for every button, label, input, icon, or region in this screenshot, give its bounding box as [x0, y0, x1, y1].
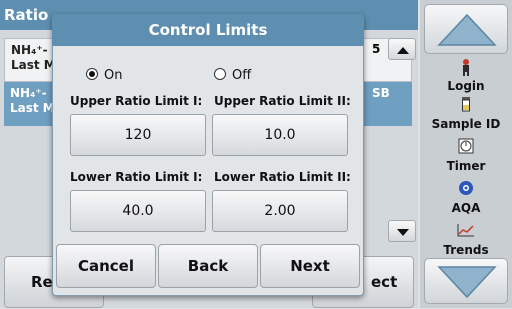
background-bottom-right-label: ect [371, 273, 398, 291]
toolbar-timer-label: Timer [446, 159, 486, 173]
scroll-down-icon [397, 229, 409, 236]
cancel-button[interactable]: Cancel [56, 244, 156, 288]
on-radio[interactable]: On [86, 68, 122, 83]
toolbar-timer[interactable]: Timer [424, 138, 508, 174]
toolbar-aqa[interactable]: AQA [424, 180, 508, 216]
back-button[interactable]: Back [158, 244, 258, 288]
person-icon [424, 58, 508, 78]
lower-limit-2-label: Lower Ratio Limit II: [214, 170, 351, 184]
scroll-up-button[interactable] [388, 38, 416, 60]
toolbar-sample-id-label: Sample ID [431, 117, 501, 131]
scroll-up-icon [397, 47, 409, 54]
radio-selected-icon [86, 68, 98, 80]
lower-limit-2-button[interactable]: 2.00 [212, 190, 348, 232]
background-item-value: 5 [372, 42, 381, 56]
radio-unselected-icon [214, 68, 226, 80]
arrow-down-icon [437, 266, 497, 299]
toolbar-up-button[interactable] [424, 4, 508, 54]
lower-limit-1-button[interactable]: 40.0 [70, 190, 206, 232]
dialog-title: Control Limits [52, 14, 364, 46]
scroll-down-button[interactable] [388, 220, 416, 242]
toolbar-login[interactable]: Login [424, 58, 508, 94]
off-radio[interactable]: Off [214, 68, 251, 83]
upper-limit-1-label: Upper Ratio Limit I: [70, 94, 203, 108]
background-bottom-left-label: Re [31, 273, 53, 291]
trends-icon [424, 222, 508, 242]
upper-limit-1-button[interactable]: 120 [70, 114, 206, 156]
next-button[interactable]: Next [260, 244, 360, 288]
toolbar-down-button[interactable] [424, 258, 508, 304]
on-label: On [104, 68, 123, 83]
sample-vial-icon [424, 96, 508, 116]
upper-limit-2-button[interactable]: 10.0 [212, 114, 348, 156]
toolbar-aqa-label: AQA [451, 201, 481, 215]
arrow-up-icon [437, 13, 497, 46]
upper-limit-2-label: Upper Ratio Limit II: [214, 94, 351, 108]
aqa-icon [424, 180, 508, 200]
toolbar-trends-label: Trends [443, 243, 489, 257]
off-label: Off [232, 68, 252, 83]
toolbar-login-label: Login [447, 79, 485, 93]
toolbar-sample-id[interactable]: Sample ID [424, 96, 508, 132]
background-item-value: SB [372, 86, 390, 100]
toolbar-trends[interactable]: Trends [424, 222, 508, 258]
lower-limit-1-label: Lower Ratio Limit I: [70, 170, 203, 184]
timer-icon [424, 138, 508, 158]
